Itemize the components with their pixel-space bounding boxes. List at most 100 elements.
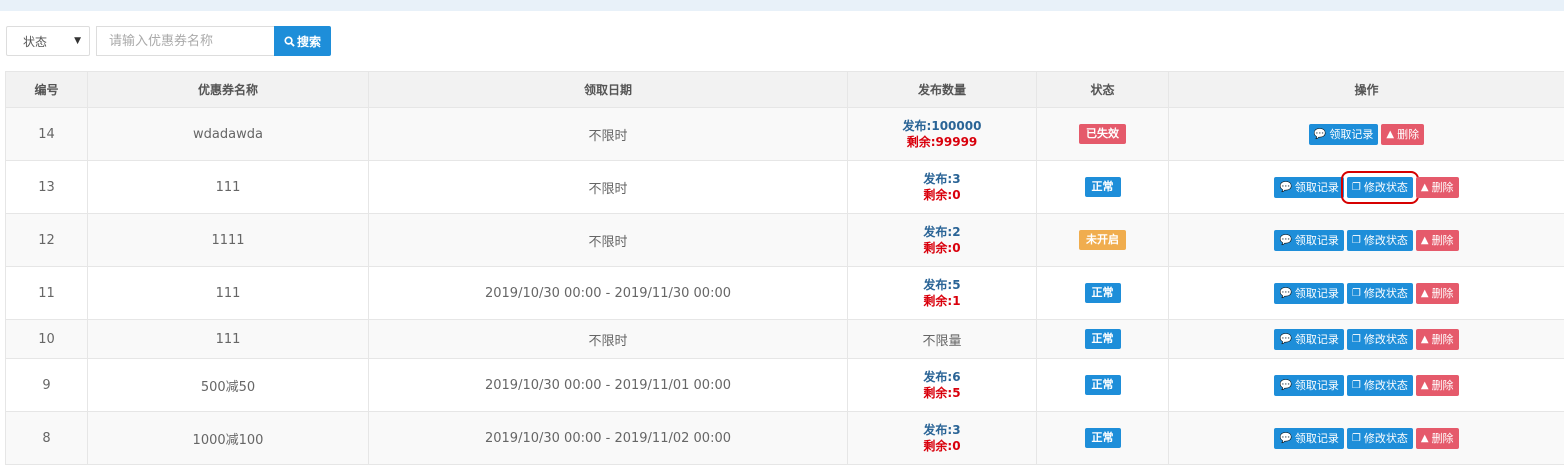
- cell-name: 1000减100: [87, 411, 369, 465]
- modify-status-button[interactable]: ❐ 修改状态: [1346, 282, 1413, 304]
- records-label: 领取记录: [1294, 287, 1339, 300]
- action-group: 💬 领取记录 ❐ 修改状态 ▲ 删除: [1169, 170, 1564, 204]
- warning-icon: ▲: [1420, 234, 1429, 246]
- records-button[interactable]: 💬 领取记录: [1274, 176, 1344, 198]
- delete-button[interactable]: ▲ 删除: [1415, 328, 1459, 350]
- action-group: 💬 领取记录 ▲ 删除: [1169, 123, 1564, 145]
- records-label: 领取记录: [1294, 432, 1339, 445]
- action-group: 💬 领取记录 ❐ 修改状态 ▲ 删除: [1169, 427, 1564, 449]
- records-button[interactable]: 💬 领取记录: [1308, 123, 1379, 145]
- status-badge: 未开启: [1079, 230, 1126, 250]
- comment-icon: 💬: [1279, 379, 1292, 391]
- delete-button[interactable]: ▲ 删除: [1415, 229, 1459, 251]
- action-group: 💬 领取记录 ❐ 修改状态 ▲ 删除: [1169, 282, 1564, 304]
- records-label: 领取记录: [1329, 128, 1374, 141]
- remaining-count: 剩余:99999: [906, 134, 978, 149]
- search-button[interactable]: 搜索: [274, 26, 331, 56]
- filter-bar: 状态 ▼ 搜索: [6, 26, 331, 56]
- table-body: 14 wdadawda 不限时 发布:100000 剩余:99999 已失效 💬…: [5, 107, 1564, 465]
- cell-date: 不限时: [368, 319, 848, 359]
- table-header-row: 编号 优惠券名称 领取日期 发布数量 状态 操作: [5, 71, 1564, 108]
- status-badge: 正常: [1084, 428, 1121, 448]
- top-bar: [0, 0, 1564, 11]
- cell-date: 不限时: [368, 160, 848, 214]
- cell-quantity: 发布:3 剩余:0: [847, 411, 1037, 465]
- modify-label: 修改状态: [1363, 379, 1408, 392]
- copy-icon: ❐: [1351, 287, 1361, 299]
- status-badge: 正常: [1084, 329, 1121, 349]
- warning-icon: ▲: [1420, 379, 1429, 391]
- remaining-count: 剩余:5: [923, 385, 961, 400]
- remaining-count: 剩余:0: [923, 438, 961, 453]
- cell-quantity: 不限量: [847, 319, 1037, 359]
- table-row: 8 1000减100 2019/10/30 00:00 - 2019/11/02…: [5, 411, 1564, 465]
- cell-id: 10: [5, 319, 88, 359]
- published-count: 发布:5: [923, 277, 961, 292]
- modify-label: 修改状态: [1363, 234, 1408, 247]
- modify-label: 修改状态: [1363, 181, 1408, 194]
- cell-name: 111: [87, 319, 369, 359]
- cell-quantity: 发布:100000 剩余:99999: [847, 107, 1037, 161]
- records-button[interactable]: 💬 领取记录: [1274, 282, 1344, 304]
- cell-id: 9: [5, 358, 88, 412]
- modify-status-button[interactable]: ❐ 修改状态: [1340, 170, 1419, 204]
- modify-status-button[interactable]: ❐ 修改状态: [1346, 374, 1413, 396]
- cell-id: 12: [5, 213, 88, 267]
- modify-status-button[interactable]: ❐ 修改状态: [1346, 229, 1413, 251]
- records-button[interactable]: 💬 领取记录: [1274, 229, 1344, 251]
- table-row: 14 wdadawda 不限时 发布:100000 剩余:99999 已失效 💬…: [5, 107, 1564, 161]
- records-label: 领取记录: [1294, 181, 1339, 194]
- warning-icon: ▲: [1420, 181, 1429, 193]
- status-badge: 正常: [1084, 177, 1121, 197]
- delete-button[interactable]: ▲ 删除: [1415, 282, 1459, 304]
- copy-icon: ❐: [1351, 234, 1361, 246]
- records-button[interactable]: 💬 领取记录: [1274, 427, 1344, 449]
- header-status: 状态: [1036, 71, 1169, 108]
- cell-actions: 💬 领取记录 ❐ 修改状态 ▲ 删除: [1168, 213, 1564, 267]
- header-id: 编号: [5, 71, 88, 108]
- comment-icon: 💬: [1279, 287, 1292, 299]
- copy-icon: ❐: [1351, 181, 1361, 193]
- warning-icon: ▲: [1386, 128, 1395, 140]
- copy-icon: ❐: [1351, 432, 1361, 444]
- cell-actions: 💬 领取记录 ❐ 修改状态 ▲ 删除: [1168, 358, 1564, 412]
- cell-date: 不限时: [368, 213, 848, 267]
- cell-name: 111: [87, 266, 369, 320]
- records-button[interactable]: 💬 领取记录: [1274, 328, 1344, 350]
- records-button[interactable]: 💬 领取记录: [1274, 374, 1344, 396]
- status-select[interactable]: 状态 ▼: [6, 26, 90, 56]
- cell-quantity: 发布:6 剩余:5: [847, 358, 1037, 412]
- cell-status: 未开启: [1036, 213, 1169, 267]
- modify-label: 修改状态: [1363, 287, 1408, 300]
- delete-label: 删除: [1431, 287, 1454, 300]
- search-icon: [284, 35, 295, 47]
- table-row: 11 111 2019/10/30 00:00 - 2019/11/30 00:…: [5, 266, 1564, 320]
- delete-button[interactable]: ▲ 删除: [1415, 176, 1459, 198]
- table-row: 12 1111 不限时 发布:2 剩余:0 未开启 💬 领取记录 ❐ 修改状态: [5, 213, 1564, 267]
- comment-icon: 💬: [1279, 432, 1292, 444]
- delete-button[interactable]: ▲ 删除: [1415, 427, 1459, 449]
- table-row: 9 500减50 2019/10/30 00:00 - 2019/11/01 0…: [5, 358, 1564, 412]
- table-row: 10 111 不限时 不限量 正常 💬 领取记录 ❐ 修改状态 ▲ 删除: [5, 319, 1564, 359]
- action-group: 💬 领取记录 ❐ 修改状态 ▲ 删除: [1169, 229, 1564, 251]
- published-count: 发布:3: [923, 422, 961, 437]
- modify-status-button[interactable]: ❐ 修改状态: [1346, 427, 1413, 449]
- records-label: 领取记录: [1294, 234, 1339, 247]
- comment-icon: 💬: [1279, 333, 1292, 345]
- cell-status: 正常: [1036, 160, 1169, 214]
- modify-label: 修改状态: [1363, 333, 1408, 346]
- delete-button[interactable]: ▲ 删除: [1381, 123, 1425, 145]
- action-group: 💬 领取记录 ❐ 修改状态 ▲ 删除: [1169, 328, 1564, 350]
- copy-icon: ❐: [1351, 379, 1361, 391]
- cell-id: 8: [5, 411, 88, 465]
- cell-name: 111: [87, 160, 369, 214]
- published-count: 发布:100000: [902, 118, 982, 133]
- modify-status-button[interactable]: ❐ 修改状态: [1346, 328, 1413, 350]
- search-input[interactable]: [96, 26, 274, 56]
- cell-id: 13: [5, 160, 88, 214]
- cell-date: 不限时: [368, 107, 848, 161]
- published-count: 发布:6: [923, 369, 961, 384]
- delete-button[interactable]: ▲ 删除: [1415, 374, 1459, 396]
- cell-date: 2019/10/30 00:00 - 2019/11/02 00:00: [368, 411, 848, 465]
- delete-label: 删除: [1431, 234, 1454, 247]
